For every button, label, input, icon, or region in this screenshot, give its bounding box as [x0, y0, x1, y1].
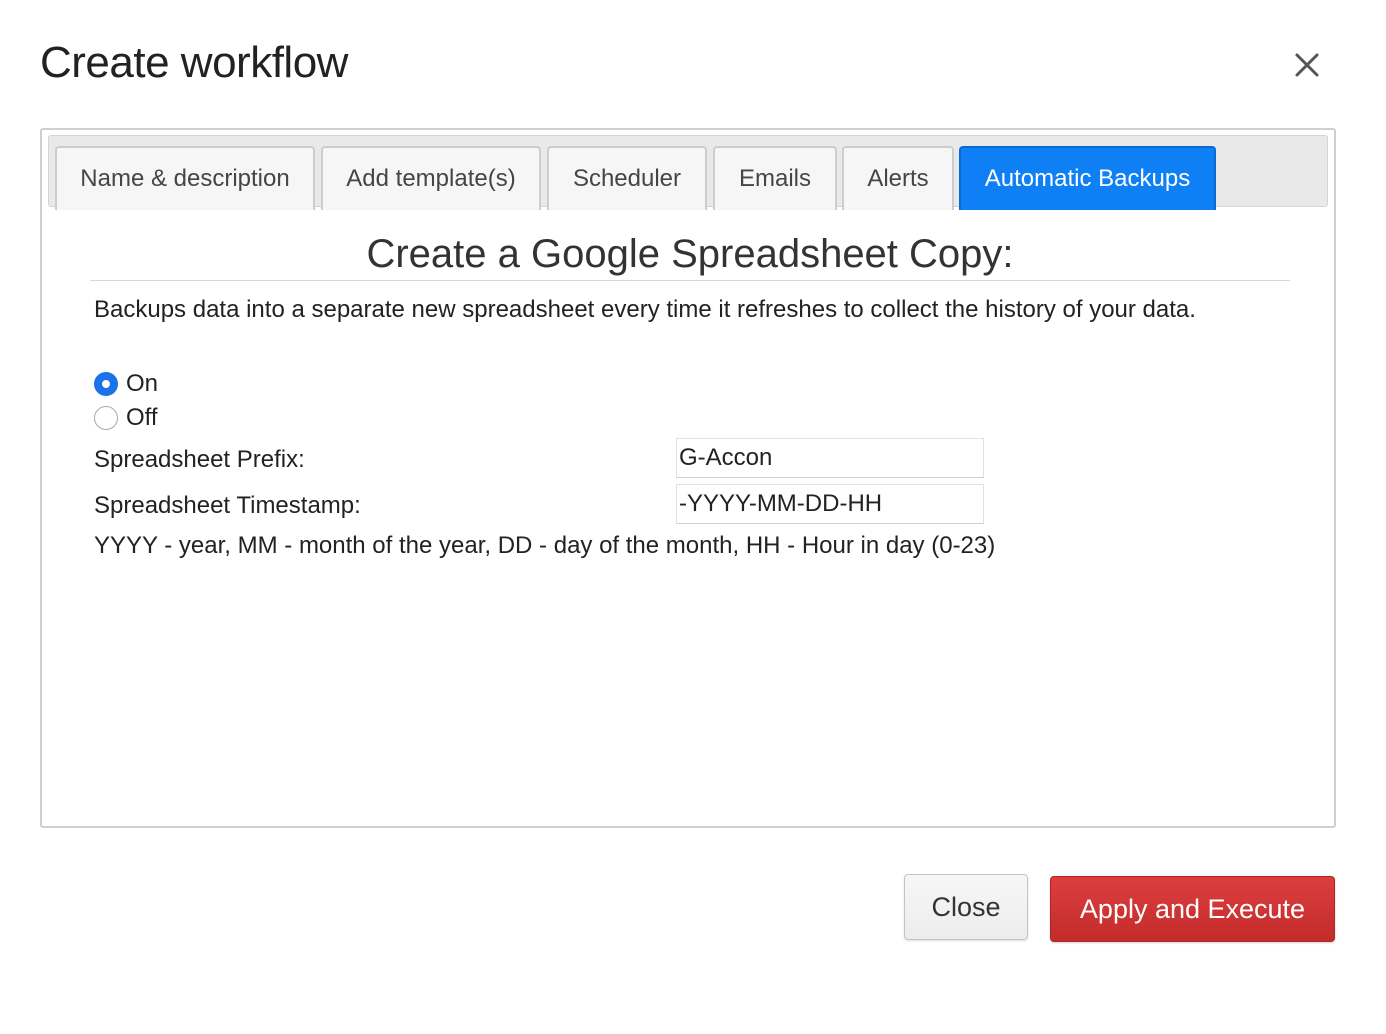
prefix-input[interactable]	[676, 438, 984, 478]
tab-bar: Name & description Add template(s) Sched…	[48, 135, 1328, 210]
radio-unchecked-icon[interactable]	[94, 406, 118, 430]
tab-alerts[interactable]: Alerts	[842, 146, 954, 210]
apply-and-execute-button[interactable]: Apply and Execute	[1050, 876, 1335, 942]
backup-description: Backups data into a separate new spreads…	[94, 296, 1196, 323]
tab-scheduler[interactable]: Scheduler	[547, 146, 707, 210]
radio-label-on: On	[126, 370, 159, 397]
workflow-panel: Name & description Add template(s) Sched…	[40, 128, 1336, 828]
timestamp-input[interactable]	[676, 484, 984, 524]
radio-checked-icon[interactable]	[94, 372, 118, 396]
timestamp-label: Spreadsheet Timestamp:	[94, 492, 361, 519]
timestamp-format-hint: YYYY - year, MM - month of the year, DD …	[94, 532, 996, 559]
radio-option-on[interactable]: On	[94, 370, 158, 398]
radio-option-off[interactable]: Off	[94, 404, 158, 432]
tab-add-templates[interactable]: Add template(s)	[321, 146, 541, 210]
prefix-label: Spreadsheet Prefix:	[94, 446, 305, 473]
create-workflow-dialog: Create workflow Name & description Add t…	[0, 0, 1386, 1034]
tab-emails[interactable]: Emails	[713, 146, 837, 210]
close-icon[interactable]	[1288, 46, 1326, 84]
dialog-title: Create workflow	[40, 38, 348, 87]
tab-name-description[interactable]: Name & description	[55, 146, 315, 210]
close-button[interactable]: Close	[904, 874, 1028, 940]
tab-automatic-backups[interactable]: Automatic Backups	[959, 146, 1216, 210]
backup-heading: Create a Google Spreadsheet Copy:	[90, 228, 1290, 281]
radio-label-off: Off	[126, 404, 158, 431]
